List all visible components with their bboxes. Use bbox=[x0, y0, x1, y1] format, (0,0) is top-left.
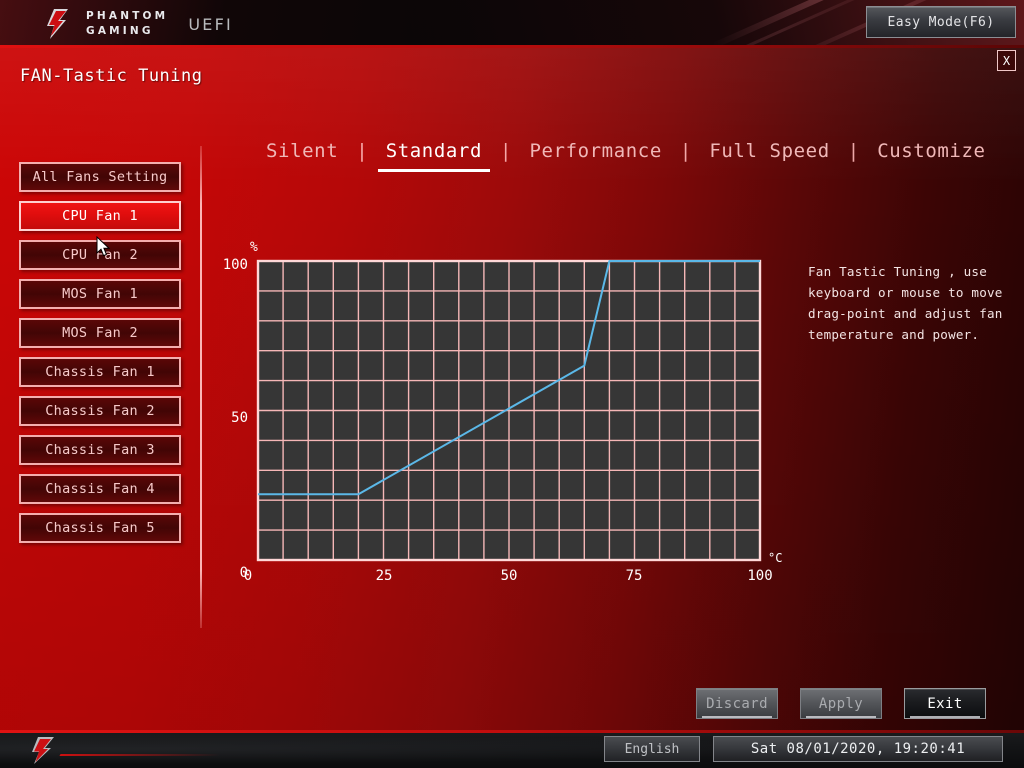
sidebar-divider bbox=[200, 146, 202, 628]
language-button[interactable]: English bbox=[604, 736, 700, 762]
easy-mode-button[interactable]: Easy Mode(F6) bbox=[866, 6, 1016, 38]
datetime-display[interactable]: Sat 08/01/2020, 19:20:41 bbox=[713, 736, 1003, 762]
tab-separator: | bbox=[356, 140, 368, 162]
tab-performance[interactable]: Performance bbox=[513, 138, 677, 172]
close-icon[interactable]: X bbox=[997, 50, 1016, 71]
tab-standard[interactable]: Standard bbox=[370, 138, 498, 172]
x-axis-tick-75: 75 bbox=[625, 568, 643, 584]
y-axis-tick-100: 100 bbox=[222, 257, 248, 273]
tab-separator: | bbox=[679, 140, 692, 162]
asrock-logo-icon bbox=[32, 737, 54, 764]
sidebar-item-chassis-fan-3[interactable]: Chassis Fan 3 bbox=[19, 435, 181, 465]
x-axis-tick-25: 25 bbox=[375, 568, 393, 584]
decorative-stroke bbox=[59, 754, 221, 756]
sidebar-item-chassis-fan-4[interactable]: Chassis Fan 4 bbox=[19, 474, 181, 504]
apply-button[interactable]: Apply bbox=[800, 688, 882, 719]
uefi-screen: PHANTOM GAMING UEFI Easy Mode(F6) X FAN-… bbox=[0, 0, 1024, 768]
tab-customize[interactable]: Customize bbox=[861, 138, 1001, 172]
top-bar: PHANTOM GAMING UEFI Easy Mode(F6) bbox=[0, 0, 1024, 48]
tab-separator: | bbox=[847, 140, 860, 162]
profile-tabs: Silent | Standard | Performance | Full S… bbox=[250, 138, 1002, 172]
brand-line-2: GAMING bbox=[86, 25, 154, 37]
x-axis-tick-0: 0 bbox=[243, 568, 253, 584]
x-axis-tick-100: 100 bbox=[747, 568, 773, 584]
action-button-row: Discard Apply Exit bbox=[696, 688, 986, 719]
x-axis-tick-50: 50 bbox=[500, 568, 518, 584]
sidebar-item-mos-fan-1[interactable]: MOS Fan 1 bbox=[19, 279, 181, 309]
uefi-label: UEFI bbox=[188, 14, 233, 34]
brand-line-1: PHANTOM bbox=[86, 9, 169, 22]
tab-separator: | bbox=[500, 140, 512, 162]
tab-silent[interactable]: Silent bbox=[250, 138, 354, 172]
sidebar-item-mos-fan-2[interactable]: MOS Fan 2 bbox=[19, 318, 181, 348]
sidebar-item-chassis-fan-2[interactable]: Chassis Fan 2 bbox=[19, 396, 181, 426]
x-axis-unit-label: °C bbox=[768, 551, 783, 565]
sidebar-item-cpu-fan-1[interactable]: CPU Fan 1 bbox=[19, 201, 181, 231]
mouse-cursor-icon bbox=[96, 236, 111, 257]
brand-wordmark: PHANTOM GAMING bbox=[86, 9, 168, 39]
brand-logo: PHANTOM GAMING UEFI bbox=[42, 8, 233, 40]
discard-button[interactable]: Discard bbox=[696, 688, 778, 719]
tab-full-speed[interactable]: Full Speed bbox=[693, 138, 845, 172]
y-axis-unit-label: % bbox=[250, 240, 258, 255]
page-title: FAN-Tastic Tuning bbox=[20, 66, 203, 86]
exit-button[interactable]: Exit bbox=[904, 688, 986, 719]
y-axis-tick-50: 50 bbox=[231, 410, 248, 426]
sidebar-item-chassis-fan-1[interactable]: Chassis Fan 1 bbox=[19, 357, 181, 387]
sidebar-item-chassis-fan-5[interactable]: Chassis Fan 5 bbox=[19, 513, 181, 543]
sidebar-item-all-fans-setting[interactable]: All Fans Setting bbox=[19, 162, 181, 192]
help-text: Fan Tastic Tuning , use keyboard or mous… bbox=[808, 264, 1003, 342]
fan-list-sidebar: All Fans Setting CPU Fan 1 CPU Fan 2 MOS… bbox=[19, 162, 181, 543]
phantom-gaming-icon bbox=[47, 9, 68, 39]
